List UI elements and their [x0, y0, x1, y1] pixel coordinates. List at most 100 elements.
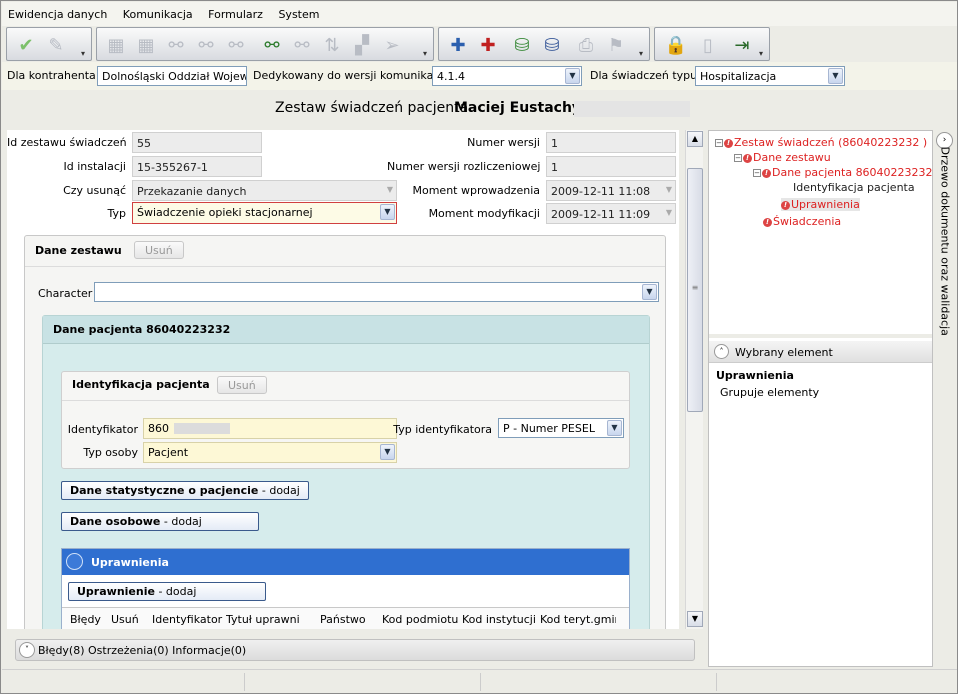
typ-identyfikatora-select[interactable]: P - Numer PESEL ▼ [498, 418, 624, 438]
puzzle-blue-icon[interactable]: ✚ [445, 33, 471, 57]
tree-node-dane-pacjenta[interactable]: −! Dane pacjenta 86040223232 [753, 166, 933, 179]
moment-modyfikacji-label: Moment modyfikacji [428, 207, 540, 220]
tree-node-label: Świadczenia [773, 215, 842, 228]
tree-node-uprawnienia[interactable]: ! Uprawnienia [781, 198, 860, 211]
scroll-thumb[interactable]: ≡ [687, 168, 703, 412]
dane-pacjenta-title: Dane pacjenta 86040223232 [53, 323, 231, 336]
expand-icon[interactable]: ˅ [19, 642, 35, 658]
binoculars-filter-icon[interactable]: ⚯ [223, 33, 249, 57]
typ-swiadczen-select[interactable]: Hospitalizacja ▼ [695, 66, 845, 86]
id-zestawu-field: 55 [132, 132, 262, 153]
import-icon[interactable]: ⛁ [539, 33, 565, 57]
form-scrollbar[interactable]: ▲ ≡ ▼ [685, 130, 703, 629]
puzzle-red-icon[interactable]: ✚ [475, 33, 501, 57]
toolbar-grip-icon[interactable]: ▾ [81, 50, 89, 58]
column-header[interactable]: Kod teryt.gmir [540, 613, 616, 626]
dane-osobowe-add-button[interactable]: Dane osobowe - dodaj [61, 512, 259, 531]
column-header[interactable]: Usuń [111, 613, 139, 626]
collapse-icon[interactable]: ˄ [714, 344, 729, 359]
toolbar-grip-icon[interactable]: ▾ [639, 50, 647, 58]
binoculars-clear-icon[interactable]: ⚯ [289, 33, 315, 57]
printer-icon[interactable]: ⎙ [573, 33, 599, 57]
menu-komunikacja[interactable]: Komunikacja [117, 2, 199, 21]
document-tree-panel: −! Zestaw świadczeń (86040223232 ) −! Dane… [708, 130, 933, 667]
collapse-icon[interactable]: − [753, 169, 761, 177]
collapse-icon[interactable]: − [715, 139, 723, 147]
delete-grid-icon[interactable]: ▦ [133, 33, 159, 57]
column-header[interactable]: Państwo [320, 613, 366, 626]
identyfikator-label: Identyfikator [67, 423, 138, 436]
sort-icon[interactable]: ⇅ [319, 33, 345, 57]
patient-name: Maciej Eustachy [454, 100, 582, 116]
validation-bar[interactable]: ˅ Błędy(8) Ostrzeżenia(0) Informacje(0) [15, 639, 695, 661]
typ-select[interactable]: Świadczenie opieki stacjonarnej ▼ [132, 202, 397, 224]
column-header[interactable]: Tytuł uprawnie [226, 613, 299, 626]
menu-ewidencja[interactable]: Ewidencja danych [2, 2, 113, 21]
numer-wersji-rozl-field: 1 [546, 156, 676, 177]
selected-element-name: Uprawnienia [716, 369, 794, 382]
database-icon[interactable]: ⛁ [509, 33, 535, 57]
chevron-down-icon[interactable]: ▼ [565, 68, 580, 84]
menu-formularz[interactable]: Formularz [202, 2, 269, 21]
wersja-select[interactable]: 4.1.4 ▼ [432, 66, 582, 86]
scroll-up-icon[interactable]: ▲ [687, 131, 703, 147]
dane-statystyczne-add-button[interactable]: Dane statystyczne o pacjencie - dodaj [61, 481, 309, 500]
binoculars-prev-icon[interactable]: ⚯ [193, 33, 219, 57]
chevron-down-icon[interactable]: ▼ [607, 420, 622, 436]
document-icon[interactable]: ▯ [695, 33, 721, 57]
collapse-icon[interactable]: − [734, 154, 742, 162]
tree-node-zestaw[interactable]: −! Zestaw świadczeń (86040223232 ) [715, 136, 927, 149]
tree-node-dane-zestawu[interactable]: −! Dane zestawu [734, 151, 831, 164]
pencil-icon[interactable]: ✎ [43, 33, 69, 57]
uprawnienia-header[interactable]: Uprawnienia [62, 549, 629, 575]
add-suffix: - dodaj [258, 484, 300, 497]
tree-node-swiadczenia[interactable]: ! Świadczenia [763, 215, 841, 228]
column-header[interactable]: Identyfikator [152, 613, 222, 626]
typ-value: Świadczenie opieki stacjonarnej [137, 206, 313, 219]
moment-wprowadzenia-value: 2009-12-11 11:08 [551, 185, 651, 198]
barrier-icon[interactable]: ⚑ [603, 33, 629, 57]
binoculars-search-icon[interactable]: ⚯ [259, 33, 285, 57]
moment-wprowadzenia-label: Moment wprowadzenia [412, 184, 540, 197]
binoculars-icon[interactable]: ⚯ [163, 33, 189, 57]
chevron-down-icon[interactable]: ▼ [642, 284, 657, 300]
typ-osoby-select[interactable]: Pacjent ▼ [143, 442, 397, 463]
scroll-down-icon[interactable]: ▼ [687, 611, 703, 627]
splitter[interactable] [709, 334, 932, 338]
accept-icon[interactable]: ✔ [13, 33, 39, 57]
menu-system[interactable]: System [272, 2, 325, 21]
chevron-down-icon: ▼ [665, 208, 672, 217]
blocks-icon[interactable]: ▞ [349, 33, 375, 57]
add-suffix: - dodaj [154, 585, 197, 598]
tree-node-identyfikacja[interactable]: Identyfikacja pacjenta [793, 181, 915, 194]
lock-icon[interactable]: 🔒 [663, 33, 689, 57]
kontrahent-field[interactable]: Dolnośląski Oddział Wojewód [97, 66, 247, 86]
uprawnienie-label: Uprawnienie [77, 585, 155, 598]
character-label: Character [38, 287, 93, 300]
uprawnienie-add-button[interactable]: Uprawnienie - dodaj [68, 582, 266, 601]
add-grid-icon[interactable]: ▦ [103, 33, 129, 57]
side-tab-label: Drzewo dokumentu oraz walidacja [938, 146, 952, 336]
toolbar-grip-icon[interactable]: ▾ [759, 50, 767, 58]
chevron-down-icon[interactable]: ▼ [380, 444, 395, 460]
column-header[interactable]: Kod instytucji u [462, 613, 535, 626]
send-icon[interactable]: ➢ [379, 33, 405, 57]
column-header[interactable]: Kod podmiotu [382, 613, 458, 626]
side-tab[interactable]: › Drzewo dokumentu oraz walidacja [934, 130, 956, 667]
column-header[interactable]: Błędy [70, 613, 101, 626]
exit-door-icon[interactable]: ⇥ [729, 33, 755, 57]
chevron-down-icon[interactable]: ▼ [828, 68, 843, 84]
toolbar-grip-icon[interactable]: ▾ [423, 50, 431, 58]
collapse-icon[interactable] [66, 553, 83, 570]
identyfikacja-delete-button[interactable]: Usuń [217, 376, 267, 394]
dane-pacjenta-header: Dane pacjenta 86040223232 [43, 316, 649, 344]
selected-element-desc: Grupuje elementy [720, 386, 820, 399]
dane-zestawu-delete-button[interactable]: Usuń [134, 241, 184, 259]
uprawnienia-title: Uprawnienia [91, 556, 169, 569]
status-bar [2, 669, 957, 693]
tree-node-label: Dane pacjenta 86040223232 [772, 166, 933, 179]
identyfikator-field[interactable]: 860 [143, 418, 397, 439]
error-icon: ! [763, 217, 772, 227]
character-select[interactable]: ▼ [94, 282, 659, 302]
wybrany-element-header[interactable]: ˄ Wybrany element [709, 341, 932, 363]
